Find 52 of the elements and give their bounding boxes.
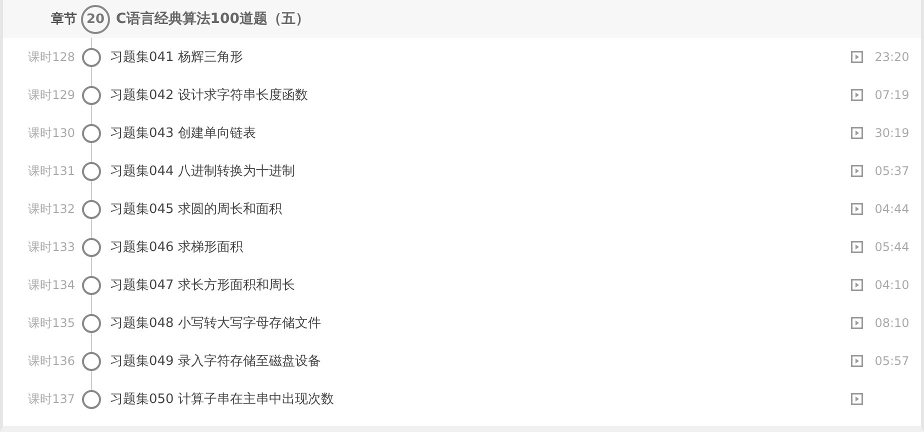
video-icon [851, 165, 863, 177]
lesson-title[interactable]: 习题集046 求梯形面积 [110, 238, 851, 256]
progress-circle-icon [82, 86, 101, 104]
lesson-title[interactable]: 习题集042 设计求字符串长度函数 [110, 86, 851, 104]
video-icon [851, 241, 863, 253]
video-icon [851, 279, 863, 291]
lesson-title[interactable]: 习题集049 录入字符存储至磁盘设备 [110, 352, 851, 370]
lesson-title[interactable]: 习题集041 杨辉三角形 [110, 48, 851, 66]
video-icon [851, 355, 863, 367]
video-icon [851, 203, 863, 215]
lesson-duration: 04:44 [874, 202, 910, 216]
lesson-title[interactable]: 习题集050 计算子串在主串中出现次数 [110, 390, 851, 408]
video-icon [851, 127, 863, 139]
lesson-duration: 04:10 [874, 278, 910, 292]
lesson-title[interactable]: 习题集047 求长方形面积和周长 [110, 276, 851, 294]
lesson-title[interactable]: 习题集045 求圆的周长和面积 [110, 200, 851, 218]
progress-circle-icon [82, 352, 101, 370]
video-icon [851, 89, 863, 101]
progress-circle-icon [82, 200, 101, 218]
lesson-duration: 05:44 [874, 240, 910, 254]
lesson-number: 课时134 [27, 276, 75, 294]
video-icon [851, 317, 863, 329]
progress-circle-icon [82, 124, 101, 142]
chapter-number: 20 [81, 4, 110, 34]
chapter-label: 章节 [50, 10, 77, 28]
lesson-duration: 07:19 [874, 88, 910, 102]
video-icon [851, 51, 863, 63]
lesson-title[interactable]: 习题集044 八进制转换为十进制 [110, 162, 851, 180]
progress-circle-icon [82, 390, 101, 408]
chapter-title: C语言经典算法100道题（五） [116, 10, 310, 28]
lesson-number: 课时128 [27, 48, 75, 66]
progress-circle-icon [82, 162, 101, 180]
progress-circle-icon [82, 314, 101, 332]
lesson-number: 课时131 [27, 162, 75, 180]
lesson-title[interactable]: 习题集048 小写转大写字母存储文件 [110, 314, 851, 332]
lesson-duration: 23:20 [874, 50, 910, 64]
lesson-number: 课时130 [27, 124, 75, 142]
lesson-number: 课时136 [27, 352, 75, 370]
progress-circle-icon [82, 276, 101, 294]
lesson-number: 课时137 [27, 390, 75, 408]
lesson-duration: 08:10 [874, 316, 910, 330]
progress-circle-icon [82, 238, 101, 256]
lesson-duration: 05:57 [874, 354, 910, 368]
lesson-number: 课时133 [27, 238, 75, 256]
lesson-number: 课时135 [27, 314, 75, 332]
progress-circle-icon [82, 48, 101, 66]
lesson-duration: 05:37 [874, 164, 910, 178]
lesson-duration: 30:19 [874, 126, 910, 140]
lesson-title[interactable]: 习题集043 创建单向链表 [110, 124, 851, 142]
lesson-number: 课时129 [27, 86, 75, 104]
video-icon [851, 393, 863, 405]
lesson-number: 课时132 [27, 200, 75, 218]
